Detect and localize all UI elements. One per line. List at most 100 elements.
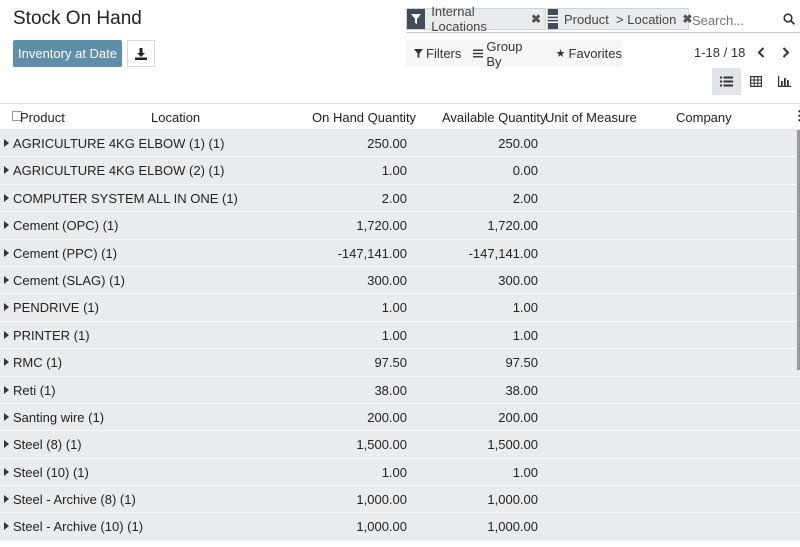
available-value: 38.00 (505, 382, 538, 398)
group-name: Cement (PPC) (1) (13, 245, 118, 261)
group-row[interactable]: RMC (1) 97.50 97.50 (0, 349, 800, 377)
group-row[interactable]: COMPUTER SYSTEM ALL IN ONE (1) 2.00 2.00 (0, 184, 800, 213)
caret-right-icon (4, 166, 9, 175)
column-header-on-hand[interactable]: On Hand Quantity (312, 110, 416, 125)
group-name: AGRICULTURE 4KG ELBOW (1) (1) (13, 136, 225, 151)
available-value: 1.00 (512, 327, 538, 343)
caret-right-icon (4, 495, 9, 504)
on-hand-value: 1.00 (381, 163, 407, 179)
group-by-button[interactable]: Group By (473, 39, 539, 69)
group-row[interactable]: AGRICULTURE 4KG ELBOW (2) (1) 1.00 0.00 (0, 157, 800, 185)
list-view-button[interactable] (712, 68, 741, 95)
caret-right-icon (4, 467, 9, 476)
on-hand-value: 97.50 (374, 355, 407, 371)
pager-previous-button[interactable] (754, 45, 768, 59)
on-hand-value: 250.00 (367, 136, 407, 151)
column-header-location[interactable]: Location (151, 110, 200, 125)
available-value: 1,720.00 (487, 218, 538, 234)
caret-right-icon (4, 522, 9, 531)
on-hand-value: 38.00 (374, 382, 407, 398)
group-by-icon (548, 9, 558, 29)
download-icon (135, 47, 147, 60)
available-value: 1,000.00 (487, 519, 538, 535)
caret-right-icon (4, 330, 9, 339)
on-hand-value: 1,500.00 (356, 437, 407, 453)
group-name: Steel (8) (1) (13, 437, 82, 453)
group-row[interactable]: AGRICULTURE 4KG ELBOW (1) (1) 250.00 250.0… (0, 130, 800, 158)
group-name: Santing wire (1) (13, 409, 105, 425)
remove-facet-icon[interactable]: ✖ (531, 12, 541, 26)
chevron-left-icon (757, 46, 765, 58)
group-row[interactable]: Steel - Archive (10) (1) 1,000.00 1,000.00 (0, 513, 800, 541)
group-name: Steel - Archive (8) (1) (13, 492, 136, 508)
available-value: 250.00 (498, 136, 538, 151)
pager-next-button[interactable] (779, 45, 793, 59)
group-name: Steel - Archive (10) (1) (13, 519, 144, 535)
group-name: PRINTER (1) (13, 327, 90, 343)
group-by-label: Group By (486, 38, 523, 69)
group-row[interactable]: PENDRIVE (1) 1.00 1.00 (0, 294, 800, 322)
column-header-product[interactable]: Product (20, 110, 65, 125)
search-bar: Internal Locations ✖ Product > Location … (406, 4, 800, 34)
available-value: 1,500.00 (487, 437, 538, 453)
pivot-view-button[interactable] (741, 68, 770, 95)
column-header-company[interactable]: Company (676, 110, 732, 125)
on-hand-value: 1.00 (381, 464, 407, 480)
caret-right-icon (4, 412, 9, 421)
available-value: 97.50 (505, 355, 538, 371)
caret-right-icon (4, 221, 9, 230)
on-hand-value: 1,720.00 (356, 218, 407, 234)
search-input[interactable] (690, 10, 784, 30)
graph-view-button[interactable] (770, 68, 799, 95)
search-options: Filters Group By ★ Favorites (406, 39, 622, 69)
table-header: Product Location On Hand Quantity Availa… (0, 103, 800, 130)
available-value: 1.00 (512, 464, 538, 480)
facet-label: Product > Location (564, 11, 677, 27)
group-row[interactable]: PRINTER (1) 1.00 1.00 (0, 321, 800, 350)
facet-group-by[interactable]: Product > Location ✖ (547, 8, 692, 30)
group-name: PENDRIVE (1) (13, 300, 99, 316)
on-hand-value: 1,000.00 (356, 492, 407, 508)
on-hand-value: 1.00 (381, 300, 407, 316)
facet-internal-locations[interactable]: Internal Locations ✖ (406, 4, 546, 34)
group-row[interactable]: Steel (8) (1) 1,500.00 1,500.00 (0, 431, 800, 459)
filter-icon (407, 9, 426, 29)
group-row[interactable]: Steel (10) (1) 1.00 1.00 (0, 458, 800, 487)
filter-icon (414, 49, 423, 58)
filters-button[interactable]: Filters (414, 46, 461, 61)
group-row[interactable]: Reti (1) 38.00 38.00 (0, 376, 800, 404)
available-value: 200.00 (498, 409, 538, 425)
view-switcher (712, 68, 799, 95)
bar-chart-icon (778, 76, 791, 87)
caret-right-icon (4, 358, 9, 367)
group-row[interactable]: Cement (SLAG) (1) 300.00 300.00 (0, 266, 800, 295)
caret-right-icon (4, 385, 9, 394)
group-name: RMC (1) (13, 355, 63, 371)
available-value: -147,141.00 (468, 245, 538, 261)
favorites-label: Favorites (568, 46, 622, 61)
table-icon (749, 76, 762, 87)
search-icon[interactable] (783, 12, 795, 30)
group-name: Steel (10) (1) (13, 464, 89, 480)
column-header-uom[interactable]: Unit of Measure (545, 110, 637, 125)
on-hand-value: 1.00 (381, 327, 407, 343)
group-row[interactable]: Santing wire (1) 200.00 200.00 (0, 403, 800, 432)
facet-label: Internal Locations (431, 4, 487, 34)
on-hand-value: 300.00 (367, 272, 407, 288)
group-name: AGRICULTURE 4KG ELBOW (2) (1) (13, 163, 225, 179)
group-name: COMPUTER SYSTEM ALL IN ONE (1) (13, 190, 238, 206)
group-row[interactable]: Cement (OPC) (1) 1,720.00 1,720.00 (0, 212, 800, 240)
caret-right-icon (4, 248, 9, 257)
download-button[interactable] (127, 40, 155, 67)
favorites-button[interactable]: ★ Favorites (556, 46, 622, 61)
group-row[interactable]: Cement (PPC) (1) -147,141.00 -147,141.00 (0, 239, 800, 267)
pager-value[interactable]: 1-18 / 18 (694, 45, 745, 60)
filters-label: Filters (426, 46, 462, 61)
optional-columns-icon[interactable]: ⋮ (793, 108, 800, 124)
inventory-at-date-button[interactable]: Inventory at Date (13, 40, 122, 67)
column-header-available[interactable]: Available Quantity (442, 110, 547, 125)
group-row[interactable]: Steel - Archive (8) (1) 1,000.00 1,000.00 (0, 486, 800, 514)
caret-right-icon (4, 139, 9, 147)
group-by-icon (473, 49, 484, 58)
caret-right-icon (4, 275, 9, 284)
